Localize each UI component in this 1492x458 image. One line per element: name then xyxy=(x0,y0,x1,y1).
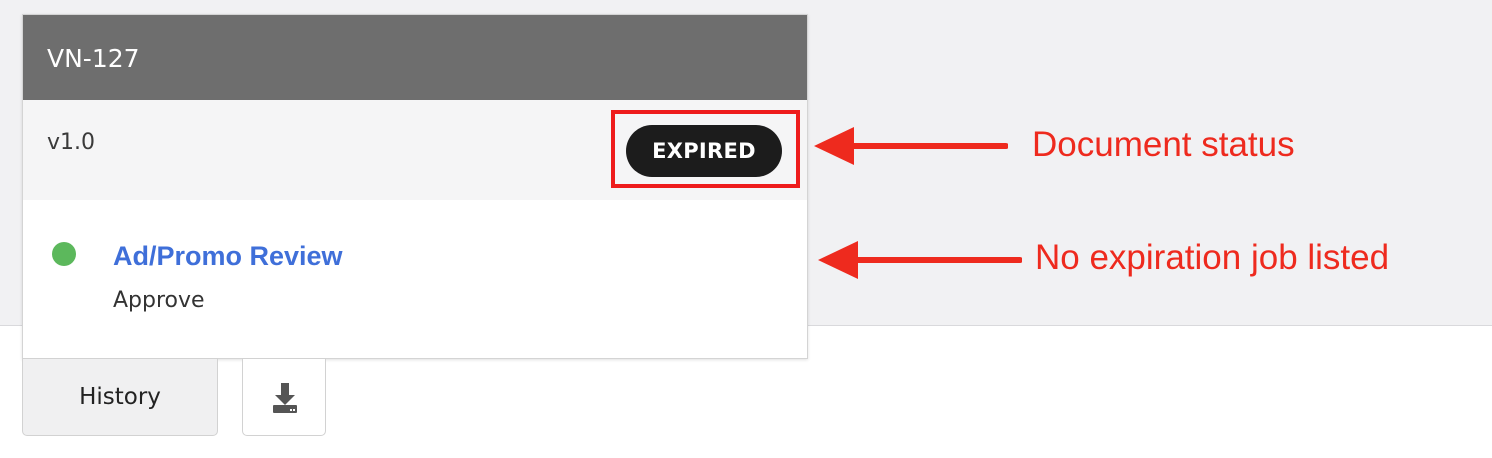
status-highlight-box xyxy=(611,110,800,188)
status-arrow xyxy=(814,127,1008,165)
workflow-step: Approve xyxy=(113,288,205,313)
document-id: VN-127 xyxy=(47,44,140,73)
annotation-no-expiration-job: No expiration job listed xyxy=(1035,238,1390,277)
annotation-document-status: Document status xyxy=(1032,125,1295,164)
job-arrow xyxy=(818,241,1022,279)
download-button[interactable] xyxy=(242,358,326,436)
download-icon xyxy=(273,383,297,413)
card-header: VN-127 xyxy=(23,15,807,100)
workflow-status-dot xyxy=(52,242,76,266)
history-button[interactable]: History xyxy=(22,358,218,436)
document-version: v1.0 xyxy=(47,130,96,155)
workflow-link[interactable]: Ad/Promo Review xyxy=(113,240,343,272)
